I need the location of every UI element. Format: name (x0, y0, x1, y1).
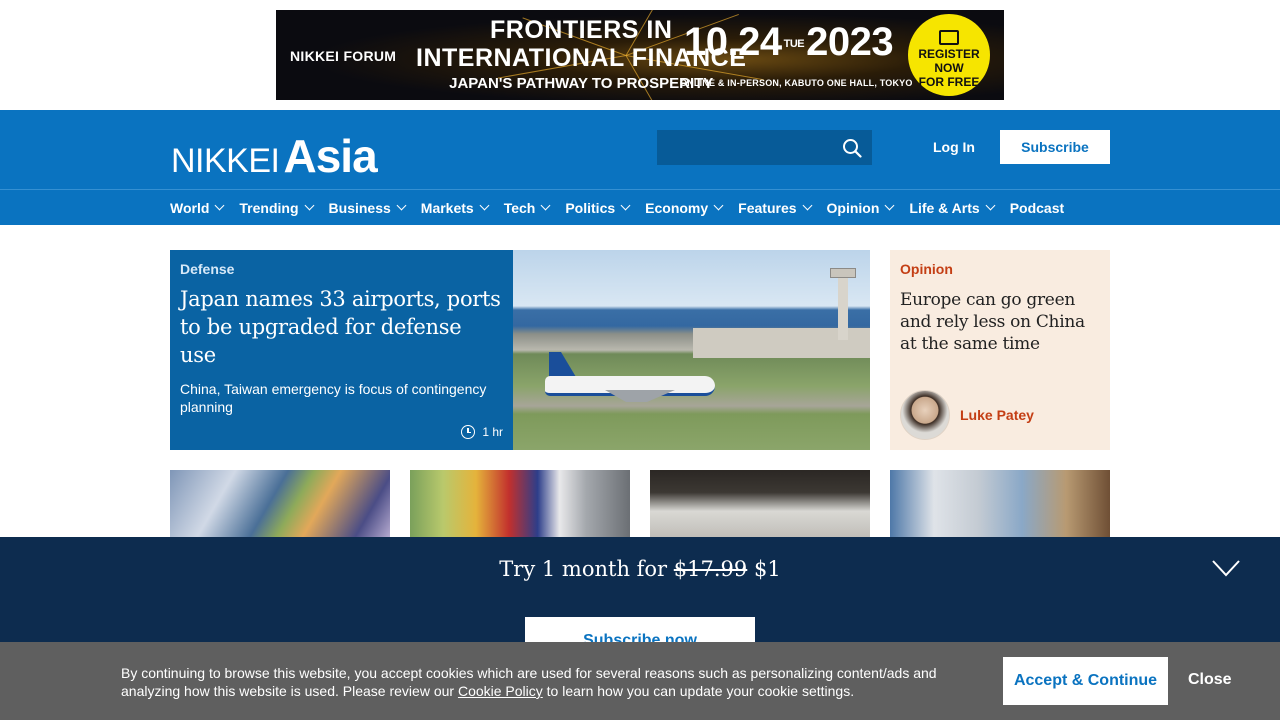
nav-item-politics[interactable]: Politics (565, 199, 631, 216)
opinion-category[interactable]: Opinion (900, 261, 1100, 277)
author-name[interactable]: Luke Patey (960, 407, 1034, 423)
nav-item-trending[interactable]: Trending (239, 199, 314, 216)
hero-category[interactable]: Defense (180, 261, 503, 277)
story-thumbnail[interactable] (650, 470, 870, 545)
nav-list: World Trending Business Markets Tech Politics… (170, 190, 1080, 225)
opinion-card[interactable]: Opinion Europe can go green and rely les… (890, 250, 1110, 450)
hero-subheadline: China, Taiwan emergency is focus of cont… (180, 381, 487, 415)
nav-item-label: World (170, 199, 210, 216)
story-thumbnail[interactable] (410, 470, 630, 545)
nav-item-markets[interactable]: Markets (420, 199, 490, 216)
logo-nikkei: NIKKEI (171, 142, 280, 180)
story-thumbnail[interactable] (890, 470, 1110, 545)
chevron-down-icon[interactable] (304, 200, 314, 211)
nav-item-label: Business (328, 199, 391, 216)
ad-register-button[interactable]: REGISTER NOW FOR FREE (908, 14, 990, 96)
hero-timestamp: 1 hr (461, 425, 503, 439)
screen-icon (939, 30, 959, 45)
promo-prefix: Try 1 month for (499, 557, 668, 581)
nikkei-asia-logo[interactable]: NIKKEIAsia (171, 129, 378, 183)
promo-new-price: $1 (753, 557, 781, 581)
nav-item-label: Economy (645, 199, 709, 216)
ad-venue: ONLINE & IN-PERSON, KABUTO ONE HALL, TOK… (680, 78, 913, 88)
nav-item-life-arts[interactable]: Life & Arts (909, 199, 996, 216)
chevron-down-icon[interactable] (1212, 559, 1240, 577)
ad-day: TUE (783, 37, 805, 50)
cookie-text-after: to learn how you can update your cookie … (546, 683, 855, 699)
nav-item-opinion[interactable]: Opinion (826, 199, 895, 216)
hero-story[interactable]: Defense Japan names 33 airports, ports t… (170, 250, 870, 450)
chevron-down-icon[interactable] (479, 200, 490, 211)
cookie-banner: By continuing to browse this website, yo… (0, 642, 1280, 720)
airplane (545, 352, 715, 402)
chevron-down-icon[interactable] (620, 200, 631, 211)
search-input[interactable] (657, 130, 872, 165)
hero-text-panel: Defense Japan names 33 airports, ports t… (170, 250, 513, 450)
subscribe-button[interactable]: Subscribe (1000, 130, 1110, 164)
nav-item-world[interactable]: World (170, 199, 225, 216)
ad-banner[interactable]: NIKKEI FORUM FRONTIERS IN INTERNATIONAL … (276, 10, 1004, 100)
chevron-down-icon[interactable] (540, 200, 551, 211)
opinion-headline[interactable]: Europe can go green and rely less on Chi… (900, 289, 1100, 355)
ad-area: NIKKEI FORUM FRONTIERS IN INTERNATIONAL … (0, 0, 1280, 110)
search-icon[interactable] (842, 138, 862, 158)
nav-item-economy[interactable]: Economy (645, 199, 724, 216)
ad-brand: NIKKEI FORUM (290, 48, 397, 64)
hero-time-text: 1 hr (482, 425, 503, 439)
nav-item-label: Opinion (826, 199, 880, 216)
cookie-policy-link[interactable]: Cookie Policy (458, 683, 543, 699)
chevron-down-icon[interactable] (214, 200, 225, 211)
logo-asia: Asia (283, 130, 377, 182)
main-nav: World Trending Business Markets Tech Politics… (0, 189, 1280, 225)
nav-item-label: Trending (239, 199, 299, 216)
nav-item-features[interactable]: Features (738, 199, 812, 216)
accept-continue-button[interactable]: Accept & Continue (1003, 657, 1168, 705)
ad-cta-line1: REGISTER NOW (918, 47, 980, 75)
nav-item-label: Politics (565, 199, 616, 216)
nav-item-business[interactable]: Business (328, 199, 407, 216)
promo-old-price: $17.99 (673, 557, 748, 581)
cookie-message: By continuing to browse this website, yo… (121, 664, 941, 700)
chevron-down-icon[interactable] (802, 200, 812, 211)
nav-item-label: Life & Arts (909, 199, 980, 216)
hero-headline[interactable]: Japan names 33 airports, ports to be upg… (180, 285, 503, 369)
ad-year: 2023 (806, 20, 894, 64)
author-avatar (900, 390, 950, 440)
story-thumbnail[interactable] (170, 470, 390, 545)
login-link[interactable]: Log In (933, 139, 975, 155)
close-button[interactable]: Close (1188, 671, 1232, 689)
ad-date-start: 10.24 (684, 20, 782, 64)
hero-image[interactable] (513, 250, 870, 450)
page: NIKKEI FORUM FRONTIERS IN INTERNATIONAL … (0, 0, 1280, 720)
chevron-down-icon[interactable] (713, 200, 724, 211)
nav-item-label: Podcast (1009, 199, 1065, 216)
chevron-down-icon[interactable] (884, 200, 895, 211)
chevron-down-icon[interactable] (985, 200, 996, 211)
nav-item-label: Features (738, 199, 797, 216)
nav-item-tech[interactable]: Tech (503, 199, 551, 216)
nav-item-label: Markets (420, 199, 474, 216)
promo-text: Try 1 month for $17.99 $1 (0, 557, 1280, 581)
control-tower (838, 278, 848, 340)
opinion-author[interactable]: Luke Patey (900, 390, 1034, 440)
control-tower-cab (830, 268, 856, 278)
ad-date: 10.24 TUE2023 (684, 20, 894, 64)
chevron-down-icon[interactable] (396, 200, 407, 211)
ad-cta-line2: FOR FREE (918, 74, 980, 89)
clock-icon (461, 425, 476, 439)
nav-item-podcast[interactable]: Podcast (1010, 200, 1064, 216)
nav-item-label: Tech (503, 199, 536, 216)
site-header: NIKKEIAsia Log In Subscribe World Trendin… (0, 110, 1280, 225)
